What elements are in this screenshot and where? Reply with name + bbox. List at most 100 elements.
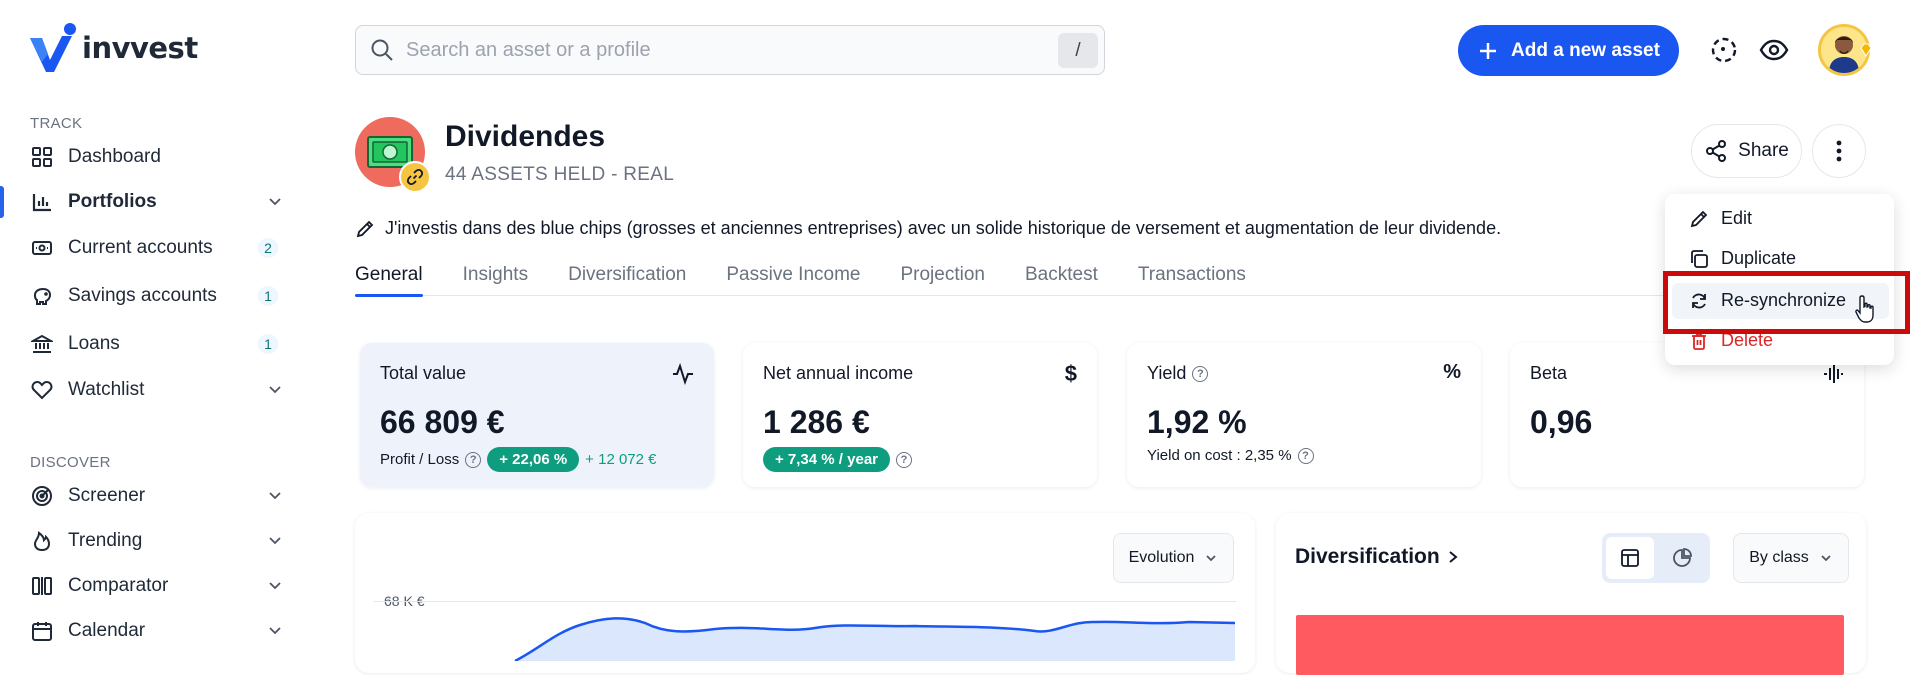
search-bar[interactable]: / bbox=[355, 25, 1105, 75]
dashboard-icon bbox=[30, 145, 54, 169]
beta-value: 0,96 bbox=[1530, 404, 1593, 440]
sidebar-item-comparator[interactable]: Comparator bbox=[0, 566, 300, 606]
tab-projection[interactable]: Projection bbox=[900, 264, 985, 296]
help-icon[interactable]: ? bbox=[1297, 447, 1314, 464]
sidebar-item-label: Dashboard bbox=[68, 146, 161, 167]
card-title: Net annual income bbox=[763, 363, 914, 383]
chevron-down-icon[interactable] bbox=[266, 576, 284, 594]
chevron-down-icon[interactable] bbox=[266, 192, 284, 210]
yield-value: 1,92 % bbox=[1147, 404, 1247, 440]
waveform-icon bbox=[1822, 363, 1844, 385]
help-icon[interactable]: ? bbox=[1192, 365, 1209, 382]
yield-card: Yield ? % 1,92 % Yield on cost : 2,35 % … bbox=[1127, 343, 1481, 487]
add-asset-button[interactable]: Add a new asset bbox=[1458, 25, 1679, 76]
card-title: Total value bbox=[380, 363, 467, 383]
share-icon bbox=[1704, 139, 1728, 163]
brand-logo[interactable]: invvest bbox=[28, 22, 198, 74]
menu-item-edit[interactable]: Edit bbox=[1689, 208, 1752, 229]
dollar-icon: $ bbox=[1064, 361, 1077, 386]
radar-icon bbox=[30, 484, 54, 508]
pencil-icon[interactable] bbox=[355, 219, 375, 239]
sidebar-item-label: Comparator bbox=[68, 575, 169, 596]
dashed-circle-icon[interactable] bbox=[1709, 35, 1739, 65]
chevron-down-icon[interactable] bbox=[266, 621, 284, 639]
diversification-panel: Diversification By class bbox=[1276, 513, 1866, 675]
table-view-icon[interactable] bbox=[1606, 537, 1654, 579]
tab-backtest[interactable]: Backtest bbox=[1025, 264, 1098, 296]
description-text: J'investis dans des blue chips (grosses … bbox=[385, 218, 1502, 238]
sidebar-item-label: Current accounts bbox=[68, 237, 213, 258]
banknote-icon bbox=[30, 236, 54, 260]
more-options-button[interactable] bbox=[1812, 124, 1866, 178]
heart-icon bbox=[30, 378, 54, 402]
sidebar-item-label: Watchlist bbox=[68, 379, 145, 400]
sidebar-item-portfolios[interactable]: Portfolios bbox=[0, 182, 300, 222]
help-icon[interactable]: ? bbox=[896, 451, 912, 468]
chevron-down-icon[interactable] bbox=[266, 380, 284, 398]
sidebar-item-dashboard[interactable]: Dashboard bbox=[0, 137, 300, 177]
count-badge: 1 bbox=[258, 334, 278, 354]
tab-general[interactable]: General bbox=[355, 264, 423, 297]
chevron-down-icon[interactable] bbox=[266, 486, 284, 504]
sidebar-item-label: Calendar bbox=[68, 620, 146, 641]
profit-loss-label: Profit / Loss bbox=[380, 451, 460, 468]
total-value: 66 809 € bbox=[380, 404, 505, 440]
bar-chart-icon bbox=[30, 190, 54, 214]
evolution-chart-panel: Evolution 68 K € bbox=[355, 513, 1255, 673]
brand-name: invvest bbox=[82, 31, 198, 65]
portfolio-subtitle: 44 ASSETS HELD - REAL bbox=[445, 164, 675, 185]
percent-icon: % bbox=[1443, 361, 1461, 383]
more-vertical-icon bbox=[1836, 140, 1842, 162]
plus-icon bbox=[1477, 40, 1499, 62]
share-label: Share bbox=[1738, 140, 1789, 161]
search-icon bbox=[370, 38, 394, 62]
help-icon[interactable]: ? bbox=[465, 451, 482, 468]
compare-icon bbox=[30, 574, 54, 598]
sidebar-item-trending[interactable]: Trending bbox=[0, 521, 300, 561]
sidebar-item-calendar[interactable]: Calendar bbox=[0, 611, 300, 651]
add-asset-label: Add a new asset bbox=[1511, 39, 1660, 61]
diversification-title: Diversification bbox=[1295, 545, 1440, 568]
group-by-label: By class bbox=[1749, 549, 1809, 566]
eye-icon[interactable] bbox=[1759, 35, 1789, 65]
menu-item-duplicate[interactable]: Duplicate bbox=[1689, 248, 1796, 269]
diversification-title-link[interactable]: Diversification bbox=[1295, 545, 1460, 569]
tab-transactions[interactable]: Transactions bbox=[1138, 264, 1246, 296]
tab-insights[interactable]: Insights bbox=[463, 264, 528, 296]
calendar-icon bbox=[30, 619, 54, 643]
pie-chart-icon[interactable] bbox=[1658, 537, 1706, 579]
page-title: Dividendes bbox=[445, 120, 606, 153]
search-input[interactable] bbox=[406, 38, 1026, 62]
diversification-block[interactable] bbox=[1296, 615, 1844, 675]
sidebar-item-watchlist[interactable]: Watchlist bbox=[0, 370, 300, 410]
tab-passive-income[interactable]: Passive Income bbox=[726, 264, 860, 296]
total-value-card: Total value 66 809 € Profit / Loss ? + 2… bbox=[360, 343, 714, 487]
section-track-label: TRACK bbox=[30, 115, 83, 132]
count-badge: 1 bbox=[258, 286, 278, 306]
share-button[interactable]: Share bbox=[1691, 124, 1802, 178]
profit-percent-badge: + 22,06 % bbox=[487, 447, 580, 472]
flame-icon bbox=[30, 529, 54, 553]
sidebar-item-current-accounts[interactable]: Current accounts 2 bbox=[0, 228, 300, 268]
card-title: Yield bbox=[1147, 363, 1187, 383]
income-growth-badge: + 7,34 % / year bbox=[763, 447, 890, 472]
group-by-select[interactable]: By class bbox=[1733, 533, 1849, 583]
diamond-icon bbox=[1859, 43, 1873, 57]
sidebar-item-loans[interactable]: Loans 1 bbox=[0, 324, 300, 364]
evolution-area-chart bbox=[514, 617, 1236, 661]
piggy-bank-icon bbox=[30, 284, 54, 308]
yield-on-cost: Yield on cost : 2,35 % bbox=[1147, 447, 1292, 464]
sidebar-item-savings-accounts[interactable]: Savings accounts 1 bbox=[0, 276, 300, 316]
count-badge: 2 bbox=[258, 238, 278, 258]
link-icon bbox=[399, 161, 431, 193]
hand-cursor-icon bbox=[1854, 294, 1878, 324]
section-discover-label: DISCOVER bbox=[30, 454, 111, 471]
chevron-down-icon[interactable] bbox=[266, 531, 284, 549]
menu-item-label: Duplicate bbox=[1721, 248, 1797, 268]
view-toggle bbox=[1602, 533, 1710, 583]
card-title: Beta bbox=[1530, 363, 1568, 383]
sidebar-item-label: Trending bbox=[68, 530, 143, 551]
tab-diversification[interactable]: Diversification bbox=[568, 264, 686, 296]
sidebar-item-screener[interactable]: Screener bbox=[0, 476, 300, 516]
portfolio-description[interactable]: J'investis dans des blue chips (grosses … bbox=[355, 218, 1501, 239]
